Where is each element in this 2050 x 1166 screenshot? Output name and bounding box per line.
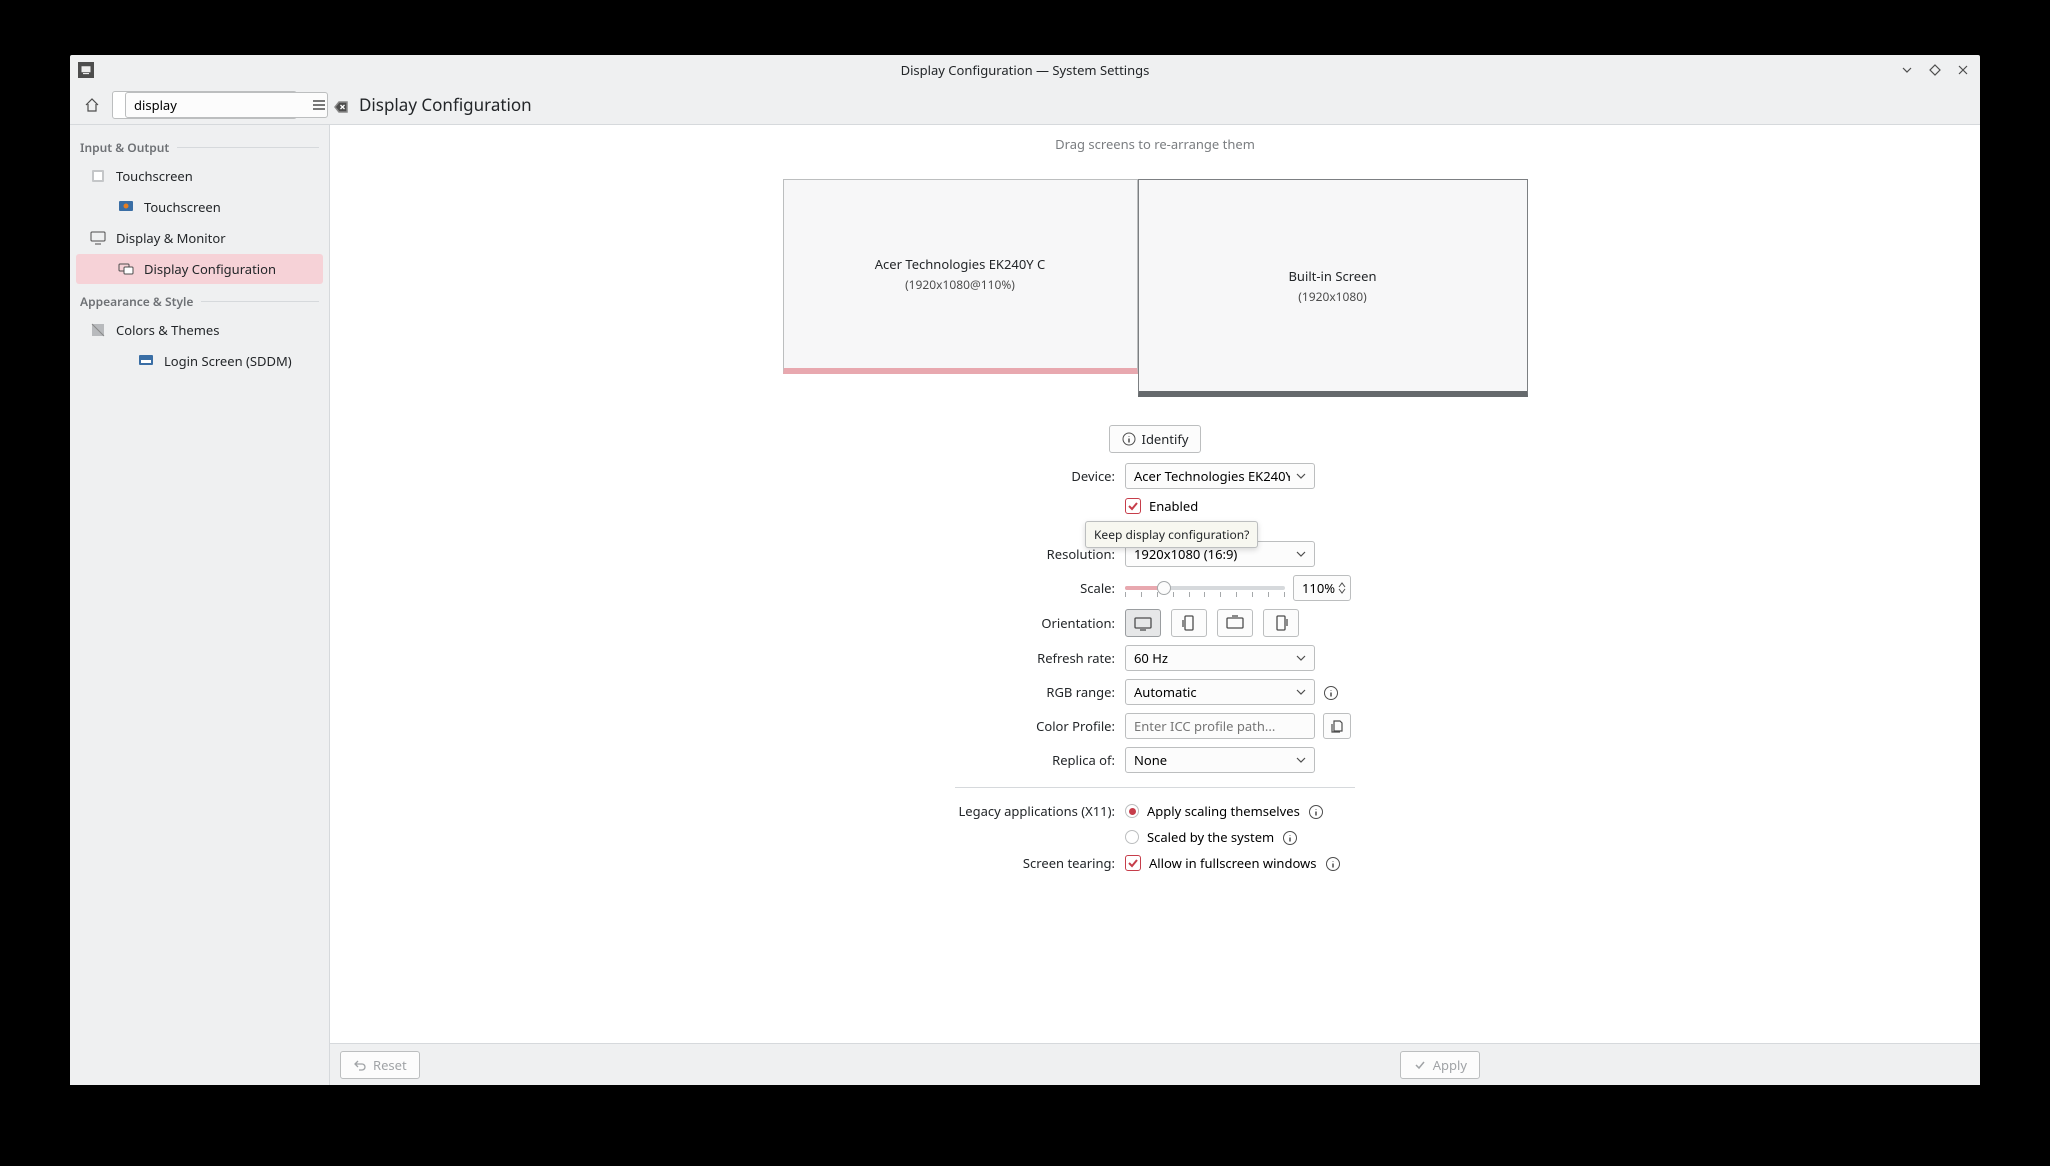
sidebar-item-display-monitor[interactable]: Display & Monitor (76, 223, 323, 253)
identify-button[interactable]: Identify (1109, 425, 1202, 453)
login-screen-icon (138, 353, 154, 369)
sidebar-item-label: Display & Monitor (116, 229, 226, 247)
rgb-range-label: RGB range: (795, 683, 1125, 701)
replica-label: Replica of: (795, 751, 1125, 769)
screen-mode: (1920x1080) (1298, 288, 1366, 305)
sidebar-item-label: Touchscreen (144, 198, 221, 216)
screen-box-external[interactable]: Acer Technologies EK240Y C (1920x1080@11… (783, 179, 1138, 374)
legacy-scaled-by-system-radio[interactable] (1125, 830, 1139, 844)
colors-icon (90, 322, 106, 338)
sidebar-item-touchscreen[interactable]: Touchscreen (76, 161, 323, 191)
legacy-opt2-info-icon[interactable] (1282, 829, 1298, 845)
touchscreen-sub-icon (118, 199, 134, 215)
main-content: Drag screens to re-arrange them Acer Tec… (330, 125, 1980, 1085)
info-icon (1122, 432, 1136, 446)
legacy-apps-label: Legacy applications (X11): (795, 802, 1125, 820)
color-profile-browse-button[interactable] (1323, 713, 1351, 739)
screen-mode: (1920x1080@110%) (905, 276, 1015, 293)
search-input-container (112, 91, 297, 119)
reset-button[interactable]: Reset (340, 1051, 420, 1079)
spin-down-icon[interactable] (1338, 588, 1346, 594)
scale-slider[interactable] (1125, 578, 1285, 598)
maximize-button[interactable] (1926, 61, 1944, 79)
device-label: Device: (795, 467, 1125, 485)
screen-box-builtin[interactable]: Built-in Screen (1920x1080) (1138, 179, 1528, 397)
sidebar-item-label: Colors & Themes (116, 321, 219, 339)
keep-config-tooltip: Keep display configuration? (1085, 521, 1258, 548)
refresh-rate-label: Refresh rate: (795, 649, 1125, 667)
tearing-checkbox[interactable] (1125, 855, 1141, 871)
clear-search-button[interactable] (334, 97, 348, 113)
apply-label: Apply (1433, 1056, 1467, 1074)
form-divider (955, 787, 1355, 788)
device-select[interactable]: Acer Technologies EK240Y C (1125, 463, 1315, 489)
sidebar-item-label: Login Screen (SDDM) (164, 352, 292, 370)
sidebar-category-appearance: Appearance & Style (70, 285, 329, 314)
minimize-button[interactable] (1898, 61, 1916, 79)
display-config-icon (118, 261, 134, 277)
orientation-portrait-left-button[interactable] (1171, 609, 1207, 637)
touchscreen-icon (90, 168, 106, 184)
sidebar-item-login-screen[interactable]: Login Screen (SDDM) (76, 346, 323, 376)
titlebar[interactable]: Display Configuration — System Settings (70, 55, 1980, 85)
tearing-info-icon[interactable] (1325, 855, 1341, 871)
search-input[interactable] (125, 92, 328, 118)
legacy-opt1-label: Apply scaling themselves (1147, 802, 1300, 820)
sidebar-category-input-output: Input & Output (70, 131, 329, 160)
app-icon (78, 62, 94, 78)
sidebar-item-touchscreen-sub[interactable]: Touchscreen (76, 192, 323, 222)
legacy-opt1-info-icon[interactable] (1308, 803, 1324, 819)
scale-label: Scale: (795, 579, 1125, 597)
close-button[interactable] (1954, 61, 1972, 79)
orientation-landscape-flip-button[interactable] (1217, 609, 1253, 637)
resolution-label: Resolution: (795, 545, 1125, 563)
orientation-label: Orientation: (795, 614, 1125, 632)
home-button[interactable] (80, 93, 104, 117)
sidebar-item-colors-themes[interactable]: Colors & Themes (76, 315, 323, 345)
color-profile-input[interactable] (1125, 713, 1315, 739)
scale-value: 110% (1302, 579, 1335, 597)
tearing-opt-label: Allow in fullscreen windows (1149, 854, 1317, 872)
sidebar: Input & Output Touchscreen Touchscreen D… (70, 125, 330, 1085)
toolbar: Display Configuration (70, 85, 1980, 125)
undo-icon (353, 1058, 367, 1072)
sidebar-item-label: Touchscreen (116, 167, 193, 185)
legacy-opt2-label: Scaled by the system (1147, 828, 1274, 846)
screen-arrangement-area[interactable]: Acer Technologies EK240Y C (1920x1080@11… (330, 159, 1980, 407)
settings-form: Device: Acer Technologies EK240Y C Enabl… (330, 463, 1980, 892)
apply-button[interactable]: Apply (1400, 1051, 1480, 1079)
color-profile-label: Color Profile: (795, 717, 1125, 735)
screen-name: Built-in Screen (1288, 267, 1376, 285)
sidebar-item-label: Display Configuration (144, 260, 276, 278)
screen-name: Acer Technologies EK240Y C (875, 255, 1046, 273)
replica-select[interactable]: None (1125, 747, 1315, 773)
orientation-landscape-button[interactable] (1125, 609, 1161, 637)
check-icon (1413, 1058, 1427, 1072)
arrange-hint: Drag screens to re-arrange them (330, 125, 1980, 159)
identify-label: Identify (1142, 430, 1189, 448)
page-title: Display Configuration (359, 93, 532, 116)
sidebar-item-display-configuration[interactable]: Display Configuration (76, 254, 323, 284)
footer: Reset Apply (330, 1043, 1980, 1085)
legacy-apply-themselves-radio[interactable] (1125, 804, 1139, 818)
menu-button[interactable] (307, 93, 331, 117)
scale-spinbox[interactable]: 110% (1293, 575, 1351, 601)
rgb-info-icon[interactable] (1323, 684, 1339, 700)
orientation-portrait-right-button[interactable] (1263, 609, 1299, 637)
enabled-checkbox[interactable] (1125, 498, 1141, 514)
display-monitor-icon (90, 230, 106, 246)
reset-label: Reset (373, 1056, 407, 1074)
refresh-rate-select[interactable]: 60 Hz (1125, 645, 1315, 671)
rgb-range-select[interactable]: Automatic (1125, 679, 1315, 705)
enabled-label: Enabled (1149, 497, 1198, 515)
screen-tearing-label: Screen tearing: (795, 854, 1125, 872)
window-title: Display Configuration — System Settings (901, 61, 1150, 79)
